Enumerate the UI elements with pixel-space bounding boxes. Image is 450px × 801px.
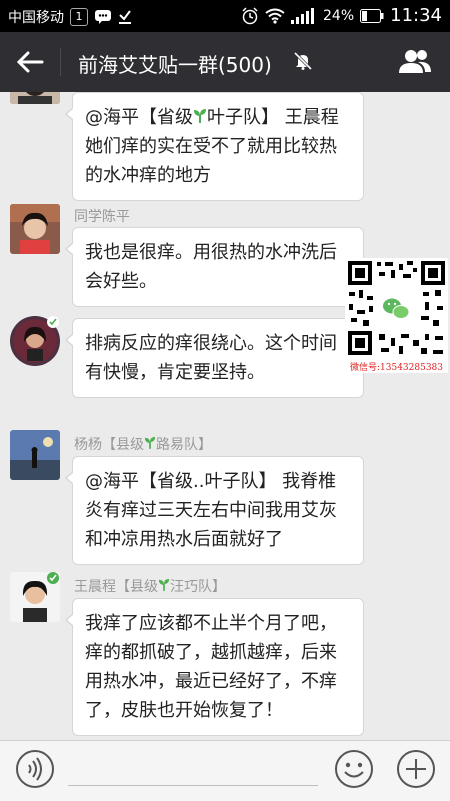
message-bubble[interactable]: @海平【省级 叶子队】 王晨程她们痒的实在受不了就用比较热的水冲痒的地方 (65, 92, 364, 201)
message-text: @海平【省级 (85, 107, 193, 128)
wifi-icon (265, 8, 285, 24)
emoji-icon[interactable] (334, 749, 374, 789)
avatar[interactable] (10, 430, 60, 480)
message-bubble-icon (95, 10, 111, 24)
sprout-icon (194, 109, 206, 123)
message-bubble[interactable]: @海平【省级..叶子队】 我脊椎炎有痒过三天左右中间我用艾灰和冲凉用热水后面就好… (65, 456, 364, 565)
download-check-icon (119, 10, 131, 24)
message-text: 我痒了应该都不止半个月了吧，痒的都抓破了，越抓越痒，后来用热水冲，最近已经好了，… (85, 613, 337, 721)
battery-icon (360, 8, 384, 23)
qr-code-icon (345, 258, 448, 358)
plus-icon[interactable] (396, 749, 436, 789)
bell-off-icon (294, 52, 312, 70)
arrow-left-icon[interactable] (14, 48, 46, 76)
message-input[interactable] (68, 785, 318, 786)
notification-count-badge: 1 (70, 8, 88, 26)
message-text: 我也是很痒。用很热的水冲洗后会好些。 (85, 242, 337, 292)
verified-badge-icon (47, 316, 59, 328)
avatar[interactable] (10, 204, 60, 254)
battery-percent: 24% (323, 7, 355, 24)
chat-header: 前海艾艾贴一群(500) (0, 32, 450, 92)
chat-input-bar (0, 740, 450, 801)
message-bubble[interactable]: 我也是很痒。用很热的水冲洗后会好些。 (65, 227, 364, 307)
avatar[interactable] (10, 92, 60, 104)
header-divider (60, 48, 61, 76)
chat-message-list[interactable]: @海平【省级 叶子队】 王晨程她们痒的实在受不了就用比较热的水冲痒的地方 同学陈平… (0, 92, 450, 740)
sender-name: 杨杨【县级 路易队】 (74, 436, 212, 453)
signal-icon (291, 7, 314, 24)
group-members-icon[interactable] (398, 48, 432, 74)
sprout-icon (144, 436, 156, 449)
clock: 11:34 (390, 5, 442, 26)
sender-name: 同学陈平 (74, 209, 130, 225)
message-text: 排病反应的痒很绕心。这个时间有快慢，肯定要坚持。 (85, 333, 337, 383)
qr-code-overlay: 微信号:13543285383 (345, 258, 448, 373)
status-bar: 中国移动 1 24% 11:34 (0, 0, 450, 32)
message-bubble[interactable]: 排病反应的痒很绕心。这个时间有快慢，肯定要坚持。 (65, 318, 364, 398)
group-title[interactable]: 前海艾艾贴一群(500) (78, 49, 272, 78)
sprout-icon (158, 578, 170, 591)
verified-badge-icon (47, 572, 59, 584)
sender-name: 王晨程【县级 汪巧队】 (74, 578, 226, 595)
voice-icon[interactable] (15, 749, 55, 789)
alarm-icon (242, 6, 258, 24)
qr-caption: 微信号:13543285383 (349, 363, 444, 373)
message-bubble[interactable]: 我痒了应该都不止半个月了吧，痒的都抓破了，越抓越痒，后来用热水冲，最近已经好了，… (65, 598, 364, 736)
carrier-label: 中国移动 (8, 10, 64, 26)
message-text: @海平【省级..叶子队】 我脊椎炎有痒过三天左右中间我用艾灰和冲凉用热水后面就好… (85, 471, 337, 550)
